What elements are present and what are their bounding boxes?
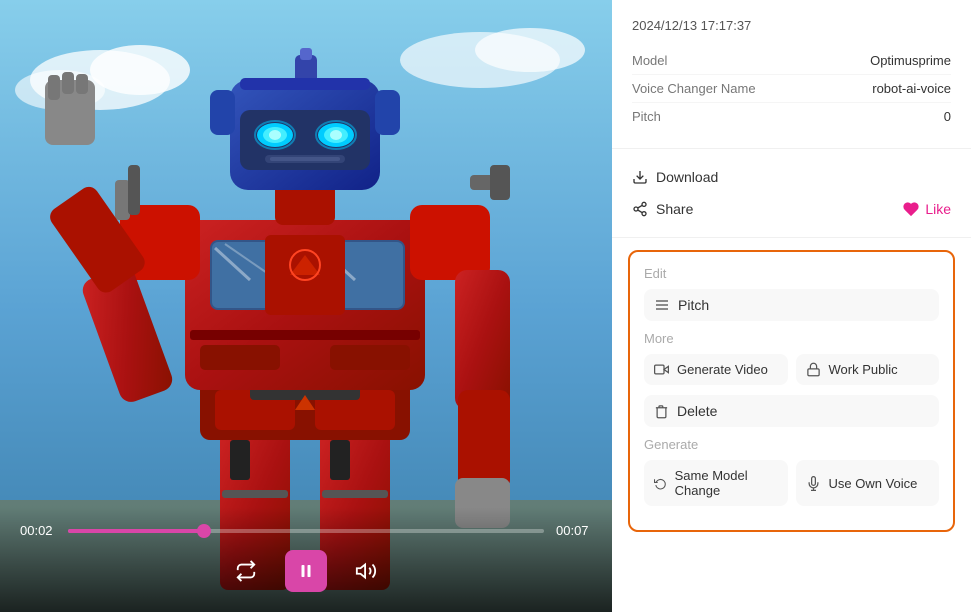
generate-video-button[interactable]: Generate Video: [644, 354, 788, 385]
progress-thumb: [197, 524, 211, 538]
share-like-row: Share Like: [632, 193, 951, 225]
model-row: Model Optimusprime: [632, 47, 951, 75]
action-section: Download Share Like: [612, 149, 971, 238]
generate-video-icon: [654, 362, 669, 377]
lock-icon: [806, 362, 821, 377]
same-model-icon: [654, 476, 667, 491]
timestamp: 2024/12/13 17:17:37: [632, 18, 951, 33]
download-icon: [632, 169, 648, 185]
model-label: Model: [632, 53, 667, 68]
pitch-button-label: Pitch: [678, 297, 709, 313]
share-label: Share: [656, 201, 693, 217]
voice-changer-value: robot-ai-voice: [872, 81, 951, 96]
more-grid: Generate Video Work Public: [644, 354, 939, 385]
play-pause-button[interactable]: [285, 550, 327, 592]
more-title: More: [644, 331, 939, 346]
voice-changer-row: Voice Changer Name robot-ai-voice: [632, 75, 951, 103]
same-model-button[interactable]: Same Model Change: [644, 460, 788, 506]
info-section: 2024/12/13 17:17:37 Model Optimusprime V…: [612, 0, 971, 149]
delete-label: Delete: [677, 403, 717, 419]
like-label: Like: [925, 201, 951, 217]
delete-button[interactable]: Delete: [644, 395, 939, 427]
progress-fill: [68, 529, 204, 533]
edit-title: Edit: [644, 266, 939, 281]
same-model-label: Same Model Change: [675, 468, 778, 498]
repeat-icon: [235, 560, 257, 582]
volume-icon: [355, 560, 377, 582]
voice-changer-label: Voice Changer Name: [632, 81, 756, 96]
right-panel: 2024/12/13 17:17:37 Model Optimusprime V…: [612, 0, 971, 612]
work-public-label: Work Public: [829, 362, 898, 377]
edit-section: Edit Pitch More Generate Video: [628, 250, 955, 532]
delete-icon: [654, 404, 669, 419]
download-label: Download: [656, 169, 718, 185]
progress-bar-container[interactable]: 00:02 00:07: [20, 523, 592, 538]
generate-title: Generate: [644, 437, 939, 452]
pitch-row: Pitch 0: [632, 103, 951, 130]
pitch-value: 0: [944, 109, 951, 124]
progress-track[interactable]: [68, 529, 544, 533]
download-button[interactable]: Download: [632, 161, 951, 193]
info-table: Model Optimusprime Voice Changer Name ro…: [632, 47, 951, 130]
pitch-icon: [654, 297, 670, 313]
microphone-icon: [806, 476, 821, 491]
use-own-voice-label: Use Own Voice: [829, 476, 918, 491]
model-value: Optimusprime: [870, 53, 951, 68]
share-icon: [632, 201, 648, 217]
volume-button[interactable]: [351, 556, 381, 586]
video-controls: 00:02 00:07: [0, 507, 612, 612]
work-public-button[interactable]: Work Public: [796, 354, 940, 385]
pitch-label: Pitch: [632, 109, 661, 124]
like-button[interactable]: Like: [903, 201, 951, 217]
pitch-button[interactable]: Pitch: [644, 289, 939, 321]
total-time: 00:07: [556, 523, 592, 538]
pause-icon: [297, 562, 315, 580]
controls-row: [20, 550, 592, 592]
current-time: 00:02: [20, 523, 56, 538]
repeat-button[interactable]: [231, 556, 261, 586]
media-panel: 00:02 00:07: [0, 0, 612, 612]
share-button[interactable]: Share: [632, 193, 693, 225]
generate-video-label: Generate Video: [677, 362, 768, 377]
generate-grid: Same Model Change Use Own Voice: [644, 460, 939, 506]
use-own-voice-button[interactable]: Use Own Voice: [796, 460, 940, 506]
heart-icon: [903, 201, 919, 217]
